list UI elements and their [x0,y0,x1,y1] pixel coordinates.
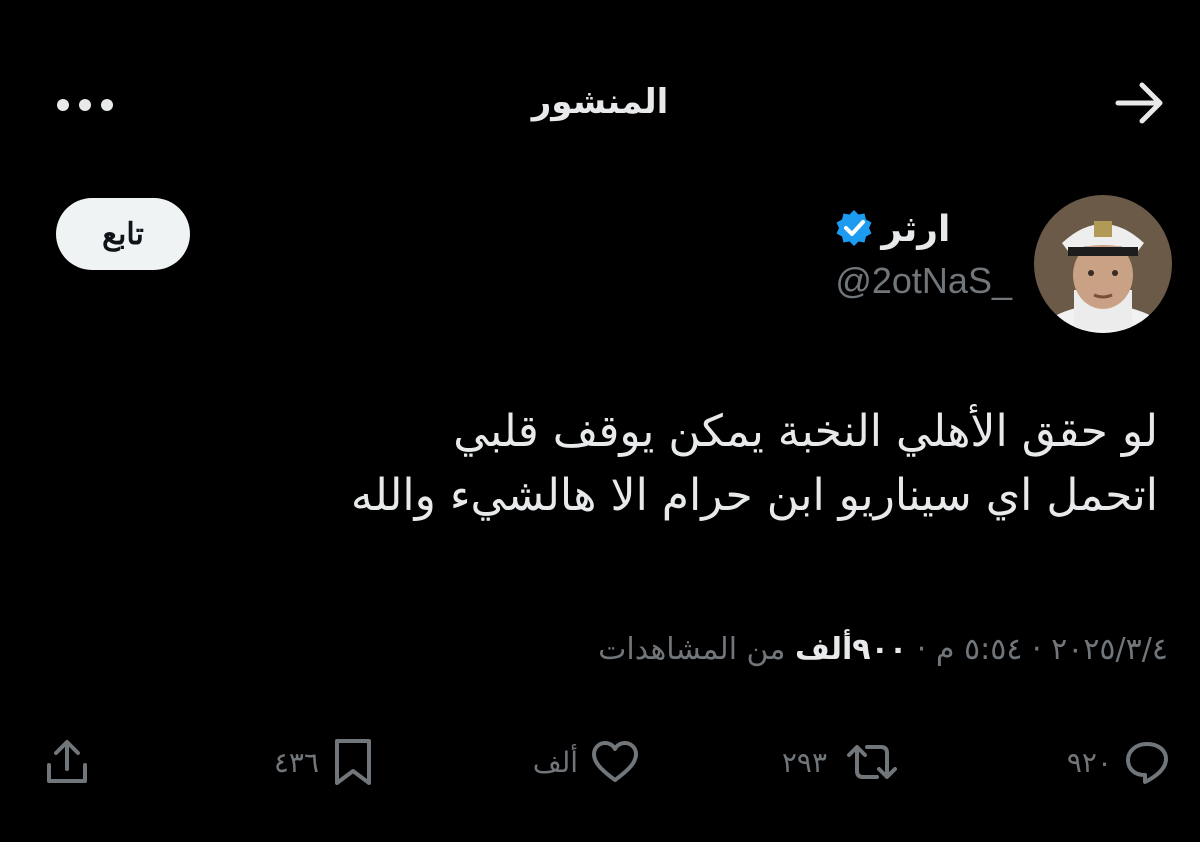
tweet-line: لو حقق الأهلي النخبة يمكن يوقف قلبي [453,406,1158,457]
tweet-text: لو حقق الأهلي النخبة يمكن يوقف قلبي اتحم… [158,400,1158,528]
reply-button[interactable]: ٩٢٠ [1067,730,1170,794]
reply-icon [1124,739,1170,785]
views-label: من المشاهدات [598,632,786,667]
follow-button[interactable]: تابع [56,198,190,270]
share-icon [44,737,90,787]
like-count: ألف [532,745,578,779]
repost-icon [839,739,905,785]
author-info: ارثر @2otNaS_ [835,208,1012,302]
arrow-right-icon[interactable] [1110,78,1170,128]
display-name[interactable]: ارثر [881,209,950,250]
views-count: ٩٠٠ألف [795,632,908,667]
author-handle[interactable]: @2otNaS_ [835,260,1012,302]
tweet-date[interactable]: ٢٠٢٥/٣/٤ [1051,632,1168,667]
action-bar: ٩٢٠ ٢٩٣ ألف ٤٣٦ [30,730,1170,794]
bookmark-button[interactable]: ٤٣٦ [274,730,375,794]
bookmark-icon [331,737,375,787]
heart-icon [590,739,640,785]
meta-separator: · [916,632,927,667]
verified-badge-icon [835,208,873,250]
share-button[interactable] [44,730,90,794]
tweet-line: اتحمل اي سيناريو ابن حرام الا هالشيء وال… [350,470,1158,521]
bookmark-count: ٤٣٦ [273,745,319,779]
like-button[interactable]: ألف [533,730,640,794]
reply-count: ٩٢٠ [1066,745,1112,779]
repost-count: ٢٩٣ [781,745,827,779]
tweet-meta: ٢٠٢٥/٣/٤ · ٥:٥٤ م · ٩٠٠ألف من المشاهدات [598,632,1168,667]
top-bar: المنشور [0,60,1200,150]
author-row: ارثر @2otNaS_ تابع [32,190,1172,340]
meta-separator: · [1032,632,1042,667]
page-title: المنشور [531,82,669,122]
tweet-time[interactable]: ٥:٥٤ م [936,632,1023,667]
repost-button[interactable]: ٢٩٣ [782,730,905,794]
avatar[interactable] [1034,195,1172,333]
